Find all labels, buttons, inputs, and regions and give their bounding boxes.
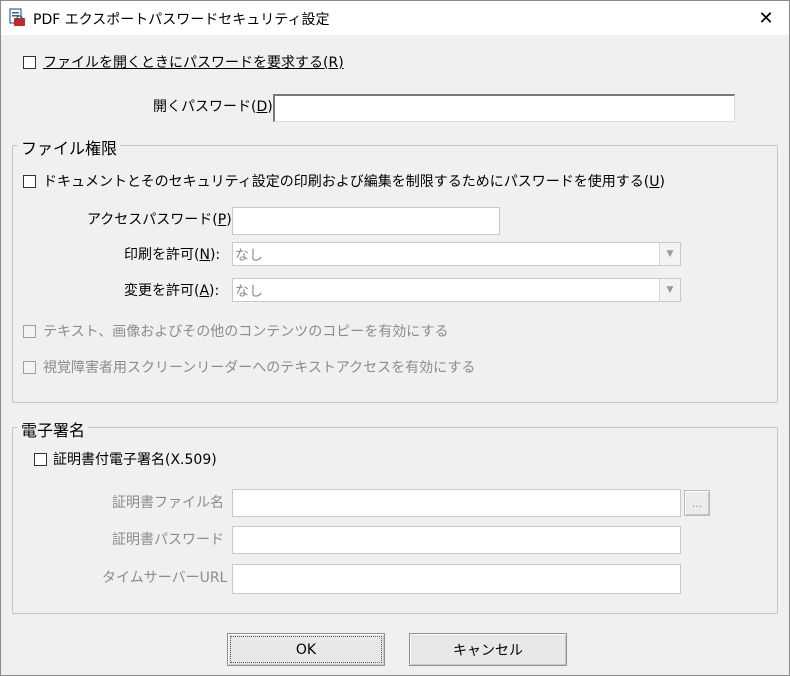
timeserver-input[interactable] <box>232 564 681 594</box>
access-password-label-prefix: アクセスパスワード( <box>87 212 218 228</box>
permissions-group-title: ファイル権限 <box>18 135 121 159</box>
print-permission-select[interactable]: なし ▼ <box>232 242 681 266</box>
print-permission-accesskey: N <box>199 247 210 263</box>
print-permission-label-suffix: ): <box>209 247 221 263</box>
print-permission-label: 印刷を許可(N): <box>124 244 220 264</box>
require-open-password-label[interactable]: ファイルを開くときにパスワードを要求する(R) <box>43 52 344 72</box>
cert-file-input[interactable] <box>232 489 681 517</box>
access-password-input[interactable] <box>232 207 500 235</box>
restrict-permissions-label-suffix: ) <box>659 174 665 190</box>
digital-signature-label[interactable]: 証明書付電子署名(X.509) <box>53 449 217 469</box>
change-permission-label-prefix: 変更を許可( <box>124 283 200 299</box>
access-password-label: アクセスパスワード(P): <box>87 209 236 229</box>
change-permission-label-suffix: ): <box>209 283 220 299</box>
change-permission-label: 変更を許可(A): <box>124 280 219 300</box>
change-permission-select[interactable]: なし ▼ <box>232 278 681 302</box>
title-bar: PDF エクスポートパスワードセキュリティ設定 ✕ <box>1 1 789 35</box>
ok-button[interactable]: OK <box>227 633 385 666</box>
timeserver-label: タイムサーバーURL <box>102 570 228 586</box>
browse-button[interactable]: ... <box>684 490 710 516</box>
digital-signature-checkbox[interactable] <box>34 453 47 466</box>
window-title: PDF エクスポートパスワードセキュリティ設定 <box>33 12 330 28</box>
cert-password-input[interactable] <box>232 526 681 554</box>
print-permission-value: なし <box>235 248 263 264</box>
open-password-label: 開くパスワード(D): <box>153 96 277 116</box>
enable-screen-reader-label[interactable]: 視覚障害者用スクリーンリーダーへのテキストアクセスを有効にする <box>43 357 475 377</box>
close-icon[interactable]: ✕ <box>743 1 789 35</box>
access-password-accesskey: P <box>217 212 227 228</box>
require-open-password-label-prefix: ファイルを開くときにパスワードを要求する( <box>43 55 329 71</box>
open-password-input[interactable] <box>273 94 735 122</box>
change-permission-accesskey: A <box>199 283 210 299</box>
require-open-password-accesskey: R <box>328 55 339 71</box>
dialog-window: PDF エクスポートパスワードセキュリティ設定 ✕ ファイルを開くときにパスワー… <box>0 0 790 676</box>
cert-file-label: 証明書ファイル名 <box>112 495 224 511</box>
chevron-down-icon[interactable]: ▼ <box>659 279 680 301</box>
open-password-accesskey: D <box>256 99 268 115</box>
cert-password-label: 証明書パスワード <box>112 532 224 548</box>
enable-copy-label[interactable]: テキスト、画像およびその他のコンテンツのコピーを有効にする <box>43 321 448 341</box>
enable-copy-checkbox[interactable] <box>23 325 36 338</box>
restrict-permissions-label[interactable]: ドキュメントとそのセキュリティ設定の印刷および編集を制限するためにパスワードを使… <box>43 171 665 191</box>
chevron-down-icon[interactable]: ▼ <box>659 243 680 265</box>
restrict-permissions-label-prefix: ドキュメントとそのセキュリティ設定の印刷および編集を制限するためにパスワードを使… <box>43 174 650 190</box>
require-open-password-checkbox[interactable] <box>23 56 36 69</box>
print-permission-label-prefix: 印刷を許可( <box>124 247 200 263</box>
signature-group-title: 電子署名 <box>18 417 89 441</box>
require-open-password-label-suffix: ) <box>338 55 344 71</box>
enable-screen-reader-checkbox[interactable] <box>23 361 36 374</box>
pdf-app-icon <box>9 8 25 26</box>
cancel-button[interactable]: キャンセル <box>409 633 567 666</box>
change-permission-value: なし <box>235 284 263 300</box>
restrict-permissions-checkbox[interactable] <box>23 175 36 188</box>
open-password-label-prefix: 開くパスワード( <box>153 99 257 115</box>
restrict-permissions-accesskey: U <box>649 174 660 190</box>
